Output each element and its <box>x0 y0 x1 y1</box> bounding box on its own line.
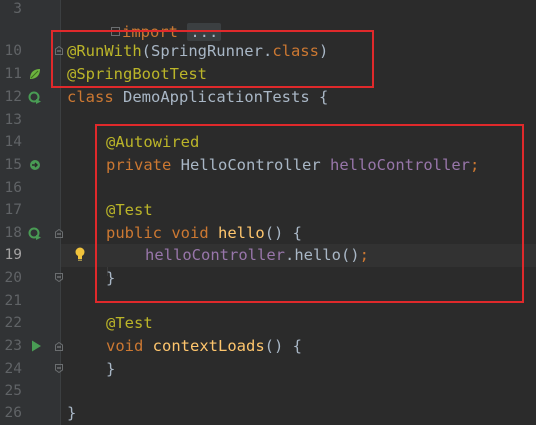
run-icon[interactable] <box>31 340 42 352</box>
line-number: 14 <box>4 134 22 150</box>
line-number: 20 <box>4 270 22 286</box>
code-line-12[interactable]: 12 class DemoApplicationTests { <box>0 86 536 109</box>
method-name: contextLoads <box>152 337 265 355</box>
fold-end-icon[interactable] <box>55 364 63 373</box>
spring-leaf-icon[interactable] <box>28 67 42 81</box>
line-number: 18 <box>4 225 22 241</box>
lightbulb-icon[interactable] <box>74 246 86 262</box>
class-name: DemoApplicationTests { <box>123 88 329 106</box>
line-number: 3 <box>13 1 22 17</box>
line-number: 19 <box>4 247 22 263</box>
code-line-25[interactable]: 25 <box>0 380 536 403</box>
code-line-26[interactable]: 26 } <box>0 402 536 425</box>
line-number: 24 <box>4 361 22 377</box>
line-number: 26 <box>4 405 22 421</box>
class-keyword: class <box>67 88 114 106</box>
line-number: 17 <box>4 202 22 218</box>
method-close-brace: } <box>106 360 116 378</box>
line-number: 25 <box>4 383 22 399</box>
line-number: 10 <box>4 43 22 59</box>
test-annotation: @Test <box>106 314 153 332</box>
line-number: 12 <box>4 89 22 105</box>
line-number: 21 <box>4 293 22 309</box>
highlight-box-annotations <box>51 30 374 88</box>
line-number: 23 <box>4 338 22 354</box>
code-line-23[interactable]: 23 void contextLoads() { <box>0 335 536 358</box>
line-number: 11 <box>4 66 22 82</box>
code-line-22[interactable]: 22 @Test <box>0 312 536 335</box>
fold-collapse-icon[interactable] <box>55 342 63 351</box>
line-number: 13 <box>4 112 22 128</box>
code-line-24[interactable]: 24 } <box>0 358 536 381</box>
line-number: 15 <box>4 157 22 173</box>
line-number: 22 <box>4 315 22 331</box>
navigate-bean-icon[interactable] <box>28 158 42 172</box>
code-line-3[interactable]: 3 import ... <box>0 0 536 41</box>
fold-collapse-icon[interactable] <box>55 229 63 238</box>
run-test-icon[interactable] <box>28 226 42 240</box>
line-number: 16 <box>4 180 22 196</box>
highlight-box-autowired <box>95 124 524 303</box>
fold-end-icon[interactable] <box>55 273 63 282</box>
code-editor[interactable]: 3 import ... 10 @RunWith(SpringRunner.cl… <box>0 0 536 425</box>
class-close-brace: } <box>67 404 77 422</box>
run-test-class-icon[interactable] <box>28 90 42 104</box>
